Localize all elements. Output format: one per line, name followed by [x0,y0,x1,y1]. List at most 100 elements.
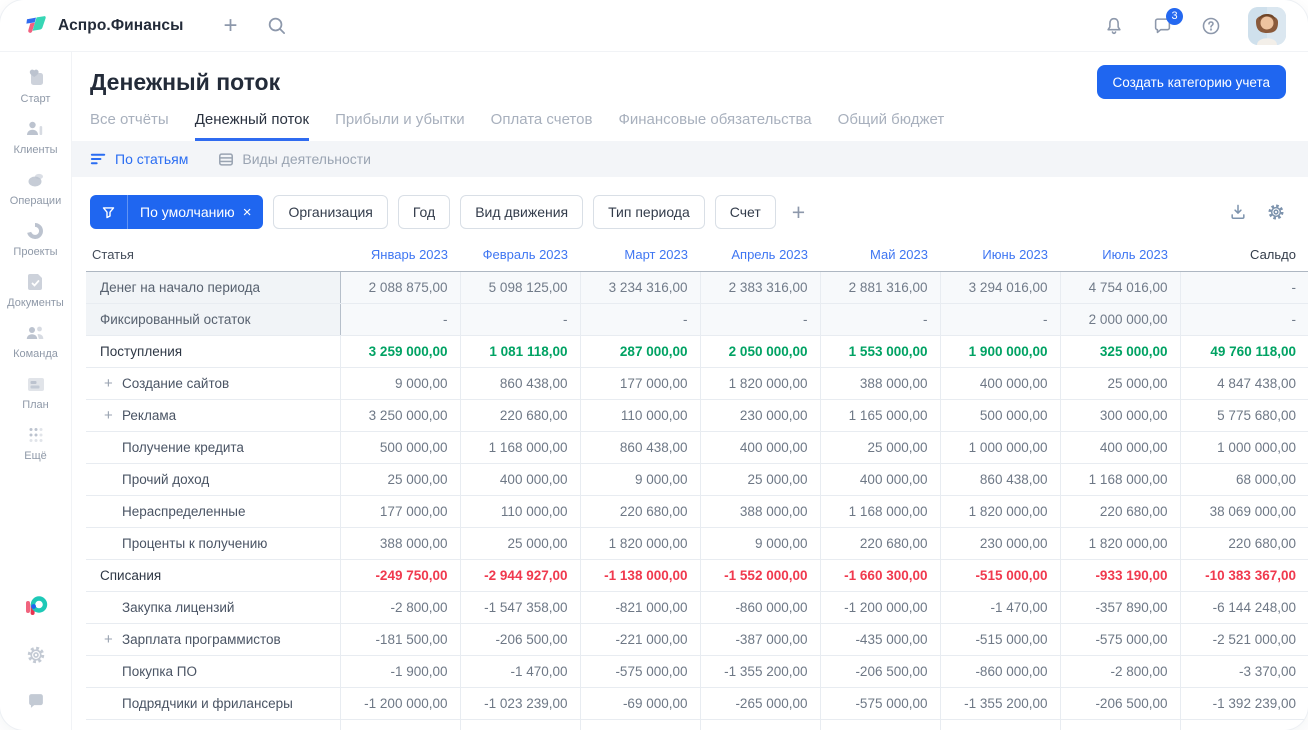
filter-chip-organization[interactable]: Организация [273,195,388,229]
column-saldo: Сальдо [1180,242,1308,272]
view-activity-kinds[interactable]: Виды деятельности [218,151,371,167]
expand-plus-icon[interactable]: + [104,375,122,392]
sidebar-item-label: Клиенты [13,144,58,156]
default-filter-chip[interactable]: По умолчанию × [90,195,264,229]
funnel-icon [90,195,128,229]
table-cell: -206 500,00 [1059,687,1180,720]
column-month[interactable]: Февраль 2023 [460,242,580,272]
row-label: + Создание сайтов [86,367,340,400]
create-plus-icon[interactable]: + [223,13,237,38]
table-row[interactable]: Фиксированный остаток - - - - - -2 000 000,00- [86,303,1308,336]
add-filter-icon[interactable]: + [792,200,805,224]
table-row[interactable]: +Нераспределенные177 000,00110 000,00220… [86,495,1308,528]
table-cell: 4 847 438,00 [1179,367,1308,400]
table-cell: -357 890,00 [1059,591,1180,624]
search-icon[interactable] [266,15,287,36]
tab-cash-flow[interactable]: Денежный поток [194,111,310,141]
row-label: +Подрядчики и фрилансеры [86,687,340,720]
table-cell: 49 760 118,00 [1179,335,1308,368]
download-icon[interactable] [1228,202,1248,222]
table-cell: 38 069 000,00 [1179,495,1308,528]
table-cell: 25 000,00 [459,527,580,560]
tab-profit-loss[interactable]: Прибыли и убытки [335,111,465,141]
table-cell: -265 000,00 [699,687,820,720]
table-row[interactable]: + Зарплата программистов -181 500,00 -206 5… [86,623,1308,656]
sidebar-item-more[interactable]: Ещё [24,423,48,462]
column-month[interactable]: Январь 2023 [340,242,460,272]
sidebar-item-operations[interactable]: Операции [10,168,61,207]
column-month[interactable]: Май 2023 [820,242,940,272]
create-category-button[interactable]: Создать категорию учета [1096,65,1286,99]
sidebar-gear-icon[interactable] [25,644,47,666]
table-cell: -821 000,00 [579,719,700,730]
user-avatar[interactable] [1248,6,1286,45]
table-row[interactable]: Поступления 3 259 000,00 1 081 118,00 287 0… [86,335,1308,368]
table-row[interactable]: +Прочий доход25 000,00400 000,009 000,00… [86,463,1308,496]
table-row[interactable]: Денег на начало периода 2 088 875,00 5 098… [86,271,1308,304]
column-month[interactable]: Апрель 2023 [700,242,820,272]
tab-liabilities[interactable]: Финансовые обязательства [618,111,811,141]
notifications-bell-icon[interactable] [1103,15,1125,37]
table-cell: -3 370,00 [1179,655,1308,688]
table-row[interactable]: +Подрядчики и фрилансеры-1 200 000,00-1 … [86,687,1308,720]
tab-all-reports[interactable]: Все отчёты [90,111,169,141]
sidebar-item-clients[interactable]: Клиенты [13,117,58,156]
table-row[interactable]: +Проценты к получению388 000,0025 000,00… [86,527,1308,560]
row-label-text: Покупка ПО [122,664,197,679]
table-row[interactable]: + Реклама 3 250 000,00 220 680,00 110 000,00… [86,399,1308,432]
expand-plus-icon[interactable]: + [104,407,122,424]
table-cell: -10 383 367,00 [1179,559,1308,592]
sidebar-item-documents[interactable]: Документы [7,270,64,309]
sidebar-item-label: Старт [20,93,51,105]
table-row[interactable]: +Покупка ПО-1 900,00-1 470,00-575 000,00… [86,655,1308,688]
table-cell: -2 944 927,00 [459,559,580,592]
table-cell: -1 355 200,00 [939,687,1060,720]
help-icon[interactable] [1200,15,1222,37]
tab-invoices[interactable]: Оплата счетов [491,111,593,141]
row-label: +Прочий доход [86,463,340,496]
aspro-mini-logo-icon[interactable] [22,592,50,620]
table-cell: -1 200 000,00 [819,591,940,624]
messages-chat-icon[interactable]: 3 [1151,7,1183,37]
table-cell: -860 000,00 [939,655,1060,688]
table-cell: -206 500,00 [459,623,580,656]
tab-budget[interactable]: Общий бюджет [838,111,945,141]
row-label-text: Закупка лицензий [122,600,235,615]
table-row[interactable]: +Получение кредита500 000,001 168 000,00… [86,431,1308,464]
column-month[interactable]: Июль 2023 [1060,242,1180,272]
table-row[interactable]: +Закупка лицензий-2 800,00-1 547 358,00-… [86,591,1308,624]
sidebar-item-team[interactable]: Команда [13,321,58,360]
column-month[interactable]: Июнь 2023 [940,242,1060,272]
close-icon[interactable]: × [241,195,264,229]
table-cell: -1 660 300,00 [819,559,940,592]
sidebar-item-plan[interactable]: План [22,372,49,411]
table-cell: -1 023 239,00 [459,687,580,720]
filter-chip-account[interactable]: Счет [714,195,776,229]
table-cell: -2 800,00 [1059,655,1180,688]
sidebar-item-projects[interactable]: Проекты [13,219,58,258]
table-cell: 2 050 000,00 [699,335,820,368]
table-row[interactable]: +Зарплата программистов-2 800,00-1 547 3… [86,719,1308,730]
filter-chip-movement-type[interactable]: Вид движения [460,195,584,229]
table-cell: -933 190,00 [1059,559,1180,592]
sidebar-chat-icon[interactable] [25,690,47,712]
table-cell: 400 000,00 [819,463,940,496]
filter-chip-year[interactable]: Год [397,195,451,229]
table-row[interactable]: Списания -249 750,00 -2 944 927,00 -1 138 0… [86,559,1308,592]
sidebar-item-label: План [22,399,49,411]
table-cell: 2 000 000,00 [1059,303,1180,336]
table-cell: -1 552 000,00 [699,559,820,592]
view-by-articles[interactable]: По статьям [90,151,188,167]
sidebar-item-start[interactable]: Старт [20,66,51,105]
expand-plus-icon[interactable]: + [104,631,122,648]
row-label-text: Зарплата программистов [122,632,281,647]
table-cell: -515 000,00 [939,623,1060,656]
sidebar-item-label: Команда [13,348,58,360]
column-month[interactable]: Март 2023 [580,242,700,272]
table-row[interactable]: + Создание сайтов 9 000,00 860 438,00 177 00… [86,367,1308,400]
settings-gear-icon[interactable] [1266,202,1286,222]
table-cell: 860 438,00 [459,367,580,400]
row-label-text: Нераспределенные [122,504,246,519]
table-cell: -6 144 248,00 [1179,719,1308,730]
filter-chip-period-type[interactable]: Тип периода [593,195,705,229]
